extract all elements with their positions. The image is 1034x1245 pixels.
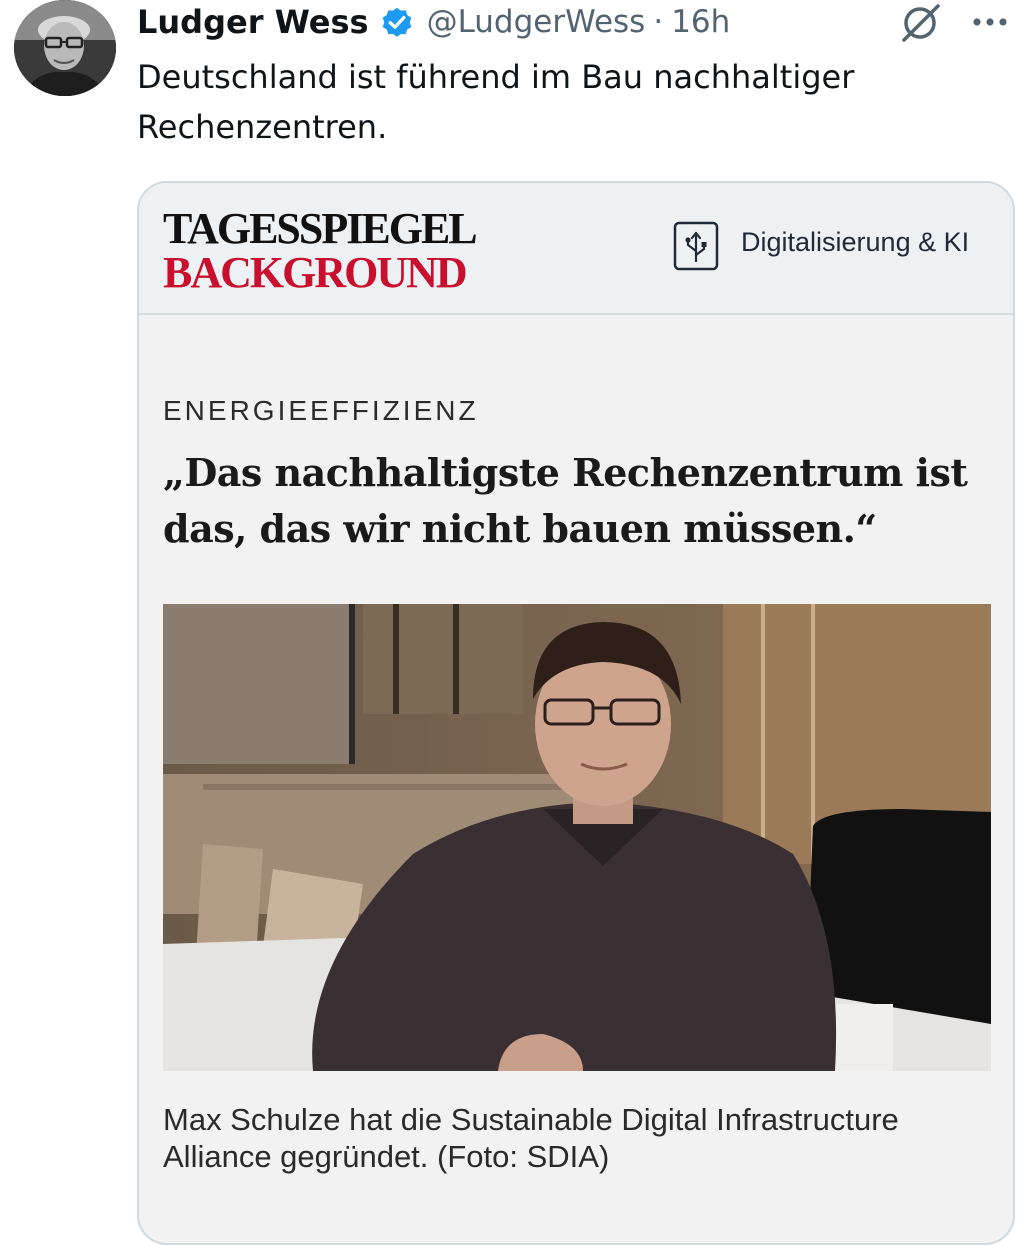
- card-header: TAGESSPIEGEL BACKGROUND Digitalisierung …: [139, 183, 1013, 315]
- brand-logo: TAGESSPIEGEL BACKGROUND: [163, 204, 478, 297]
- more-icon[interactable]: [970, 10, 1010, 34]
- author-handle[interactable]: @LudgerWess: [427, 4, 646, 40]
- section-icon: [673, 221, 719, 271]
- media-card[interactable]: TAGESSPIEGEL BACKGROUND Digitalisierung …: [137, 181, 1015, 1245]
- avatar-image: [14, 0, 116, 96]
- grok-icon[interactable]: [898, 2, 944, 44]
- avatar[interactable]: [14, 0, 116, 96]
- photo-caption: Max Schulze hat die Sustainable Digital …: [163, 1102, 899, 1174]
- author-name[interactable]: Ludger Wess: [137, 3, 369, 41]
- brand-top: TAGESSPIEGEL: [163, 204, 478, 253]
- article-kicker: ENERGIEEFFIZIENZ: [163, 395, 479, 426]
- tweet-header: Ludger Wess @LudgerWess · 16h: [137, 0, 730, 44]
- article-headline: „Das nachhaltigste Rechenzentrum ist das…: [163, 450, 968, 551]
- tweet-timestamp[interactable]: 16h: [671, 4, 730, 40]
- brand-bottom: BACKGROUND: [163, 248, 468, 297]
- article-photo: [163, 604, 991, 1071]
- header-separator: ·: [653, 4, 664, 40]
- section-label: Digitalisierung & KI: [741, 227, 970, 257]
- verified-badge-icon: [379, 4, 415, 40]
- tweet-text: Deutschland ist führend im Bau nachhalti…: [137, 58, 855, 146]
